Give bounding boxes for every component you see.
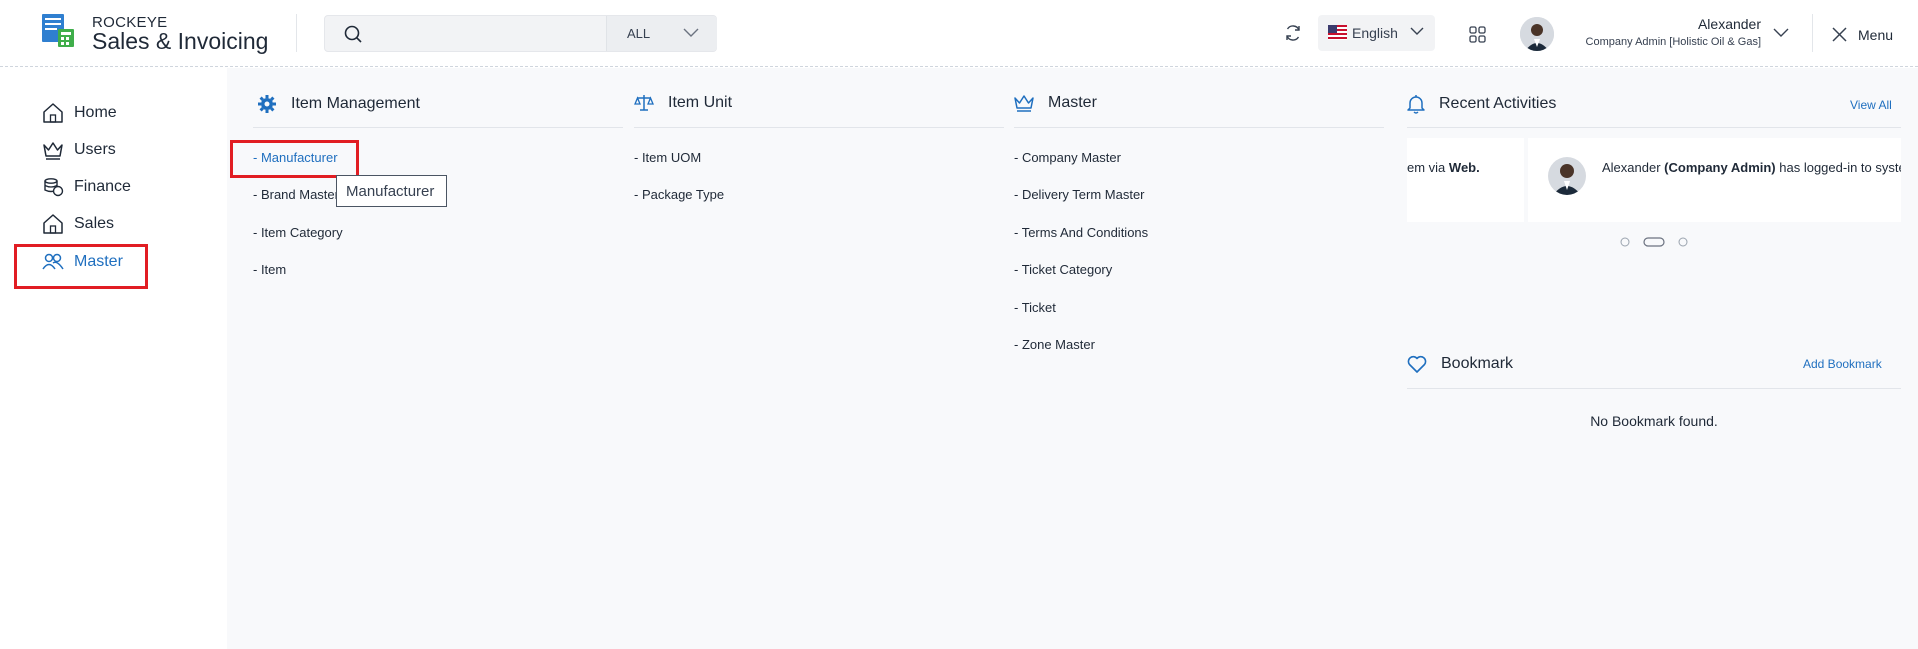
heart-icon	[1407, 355, 1427, 373]
section-title-item-unit: Item Unit	[634, 94, 732, 112]
crown-icon	[43, 142, 63, 160]
gear-icon	[258, 95, 276, 113]
app-logo-icon[interactable]	[40, 14, 76, 48]
user-role: Company Admin [Holistic Oil & Gas]	[1585, 36, 1761, 48]
menu-link-terms-and-conditions[interactable]: - Terms And Conditions	[1014, 225, 1148, 240]
section-title-recent-activities: Recent Activities	[1407, 94, 1556, 114]
highlight-box	[230, 140, 359, 178]
search-icon[interactable]	[343, 24, 363, 44]
sidebar-item-label: Users	[74, 141, 116, 158]
search-scope-select[interactable]: ALL	[606, 16, 717, 51]
sidebar-item-home[interactable]: Home	[42, 98, 117, 128]
section-divider	[634, 127, 1004, 128]
language-label: English	[1352, 25, 1398, 41]
chevron-down-icon	[1410, 27, 1424, 35]
menu-link-company-master[interactable]: - Company Master	[1014, 150, 1121, 165]
section-title-bookmark: Bookmark	[1407, 355, 1513, 373]
sidebar-item-sales[interactable]: Sales	[42, 209, 114, 239]
section-divider	[253, 127, 623, 128]
chevron-down-icon	[683, 28, 699, 37]
menu-link-item-category[interactable]: - Item Category	[253, 225, 343, 240]
tooltip: Manufacturer	[336, 175, 447, 207]
section-title-master: Master	[1014, 94, 1097, 112]
activity-text: em via Web.	[1407, 160, 1480, 175]
user-avatar	[1548, 157, 1586, 195]
crown-icon	[1014, 95, 1034, 112]
section-divider	[1014, 127, 1384, 128]
close-icon[interactable]	[1832, 27, 1847, 42]
top-bar: ROCKEYE Sales & Invoicing ALL English Al…	[0, 0, 1918, 67]
sidebar-item-label: Home	[74, 104, 117, 121]
menu-link-ticket-category[interactable]: - Ticket Category	[1014, 262, 1112, 277]
menu-link-delivery-term-master[interactable]: - Delivery Term Master	[1014, 187, 1145, 202]
us-flag-icon	[1328, 25, 1347, 40]
section-title-item-management: Item Management	[257, 94, 420, 114]
home-icon	[43, 103, 63, 123]
menu-toggle-label[interactable]: Menu	[1858, 27, 1893, 43]
activity-text: Alexander (Company Admin) has logged-in …	[1602, 160, 1901, 175]
section-divider	[1407, 388, 1901, 389]
activity-card: em via Web.	[1407, 138, 1524, 222]
sidebar-item-label: Finance	[74, 178, 131, 195]
menu-link-zone-master[interactable]: - Zone Master	[1014, 337, 1095, 352]
refresh-icon[interactable]	[1284, 24, 1302, 42]
language-select[interactable]: English	[1318, 15, 1435, 51]
coins-icon	[44, 178, 64, 197]
chevron-down-icon[interactable]	[1773, 28, 1789, 38]
user-name: Alexander	[1697, 16, 1761, 32]
section-divider	[1407, 127, 1901, 128]
sidebar-item-finance[interactable]: Finance	[42, 172, 131, 202]
apps-grid-icon[interactable]	[1469, 26, 1486, 43]
home-icon	[43, 214, 63, 234]
menu-link-package-type[interactable]: - Package Type	[634, 187, 724, 202]
carousel-pagination	[1620, 237, 1688, 247]
sidebar: Home Users Finance Sales Master	[0, 68, 227, 649]
bookmark-empty-message: No Bookmark found.	[1590, 413, 1718, 429]
header-divider	[1812, 14, 1813, 52]
menu-link-ticket[interactable]: - Ticket	[1014, 300, 1056, 315]
global-search: ALL	[324, 15, 717, 52]
activity-card: Alexander (Company Admin) has logged-in …	[1528, 138, 1901, 222]
recent-activity-carousel: em via Web. Alexander (Company Admin) ha…	[1407, 138, 1901, 222]
bell-icon	[1407, 95, 1425, 114]
menu-link-brand-master[interactable]: - Brand Master	[253, 187, 339, 202]
header-divider	[296, 14, 297, 52]
search-input[interactable]	[375, 22, 595, 46]
add-bookmark-link[interactable]: Add Bookmark	[1803, 357, 1882, 371]
scale-icon	[634, 95, 654, 111]
menu-link-item[interactable]: - Item	[253, 262, 286, 277]
sidebar-item-label: Sales	[74, 215, 115, 232]
user-avatar[interactable]	[1520, 17, 1554, 51]
search-scope-value: ALL	[627, 26, 651, 41]
brand-product: Sales & Invoicing	[92, 28, 269, 54]
sidebar-item-users[interactable]: Users	[42, 135, 116, 165]
view-all-link[interactable]: View All	[1850, 98, 1892, 112]
highlight-box	[14, 244, 148, 289]
menu-link-item-uom[interactable]: - Item UOM	[634, 150, 701, 165]
